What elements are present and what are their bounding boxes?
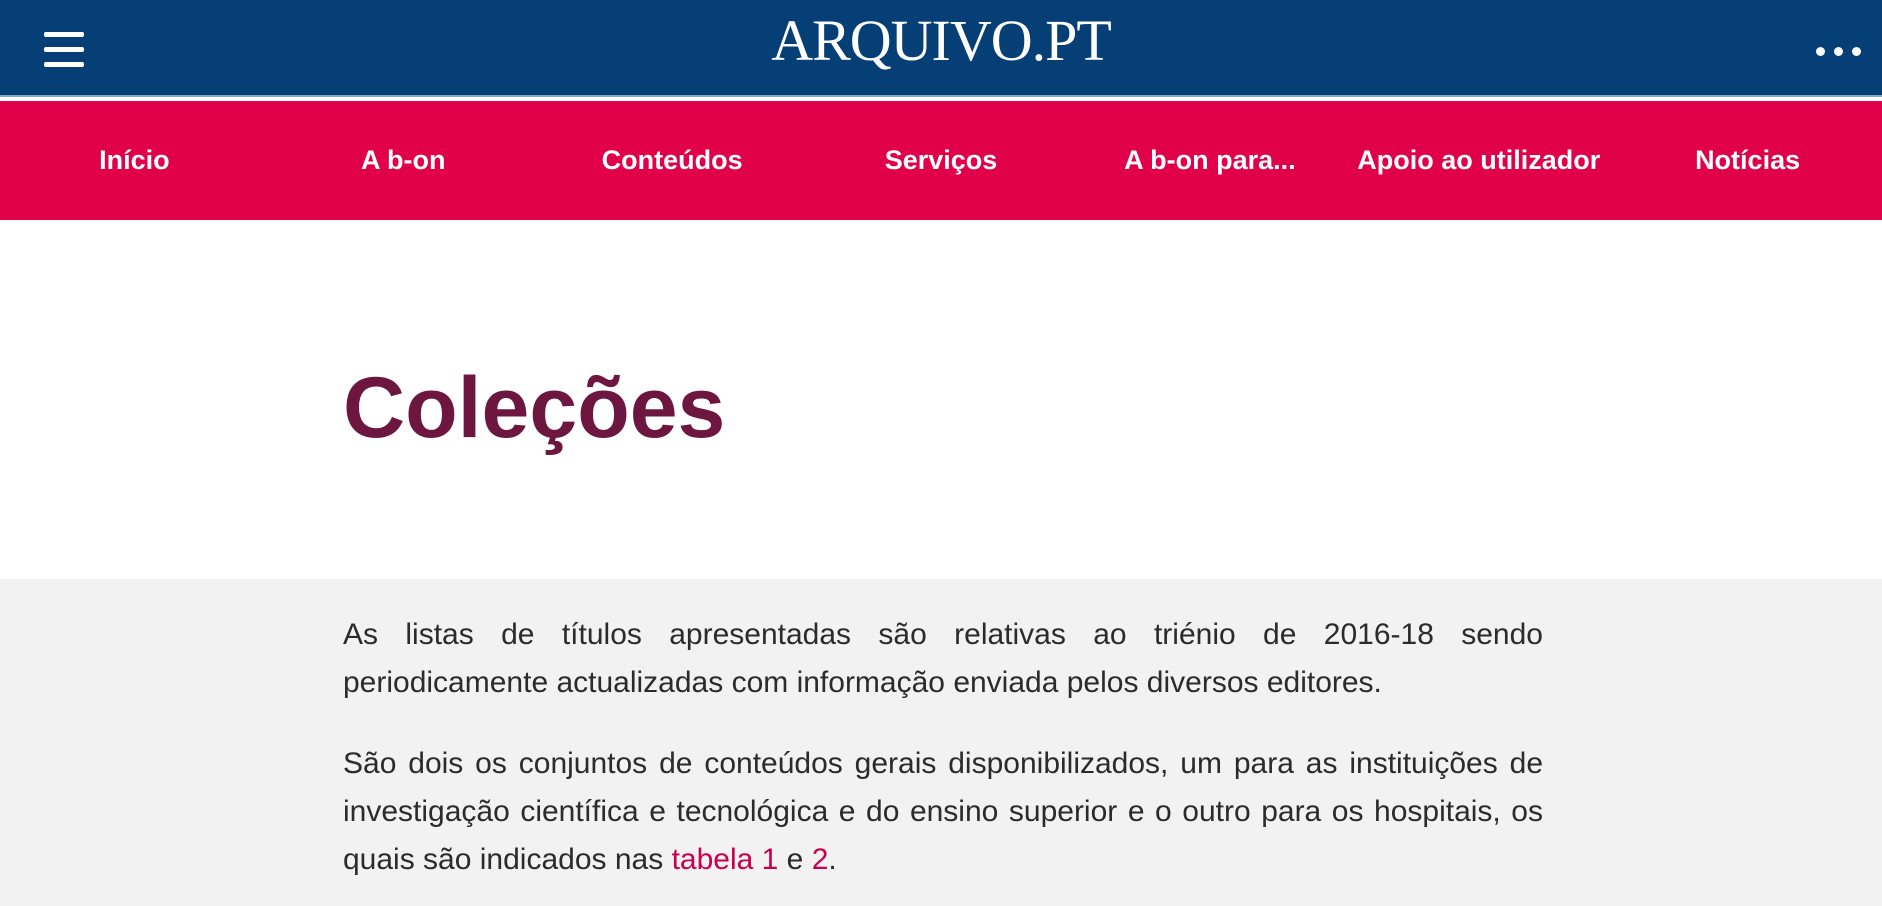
nav-item-b-on-para[interactable]: A b-on para... [1075, 101, 1344, 220]
nav-item-conteudos[interactable]: Conteúdos [538, 101, 807, 220]
nav-item-apoio[interactable]: Apoio ao utilizador [1344, 101, 1613, 220]
tabela-2-link[interactable]: 2 [812, 843, 829, 876]
main-navigation: Início A b-on Conteúdos Serviços A b-on … [0, 101, 1882, 220]
title-section: Coleções [0, 220, 1882, 579]
page-title: Coleções [343, 360, 726, 456]
nav-item-servicos[interactable]: Serviços [807, 101, 1076, 220]
collections-paragraph: São dois os conjuntos de conteúdos gerai… [343, 740, 1543, 884]
top-header: ARQUIVO.PT [0, 0, 1882, 97]
collections-paragraph-text: São dois os conjuntos de conteúdos gerai… [343, 747, 1543, 876]
site-logo[interactable]: ARQUIVO.PT [0, 12, 1882, 70]
conjunction-text: e [778, 843, 812, 876]
period-text: . [828, 843, 837, 876]
nav-item-inicio[interactable]: Início [0, 101, 269, 220]
more-options-icon[interactable] [1816, 47, 1862, 57]
content-section: As listas de títulos apresentadas são re… [0, 579, 1882, 906]
intro-paragraph: As listas de títulos apresentadas são re… [343, 618, 1543, 699]
tabela-1-link[interactable]: tabela 1 [672, 843, 779, 876]
nav-item-b-on[interactable]: A b-on [269, 101, 538, 220]
nav-item-noticias[interactable]: Notícias [1613, 101, 1882, 220]
